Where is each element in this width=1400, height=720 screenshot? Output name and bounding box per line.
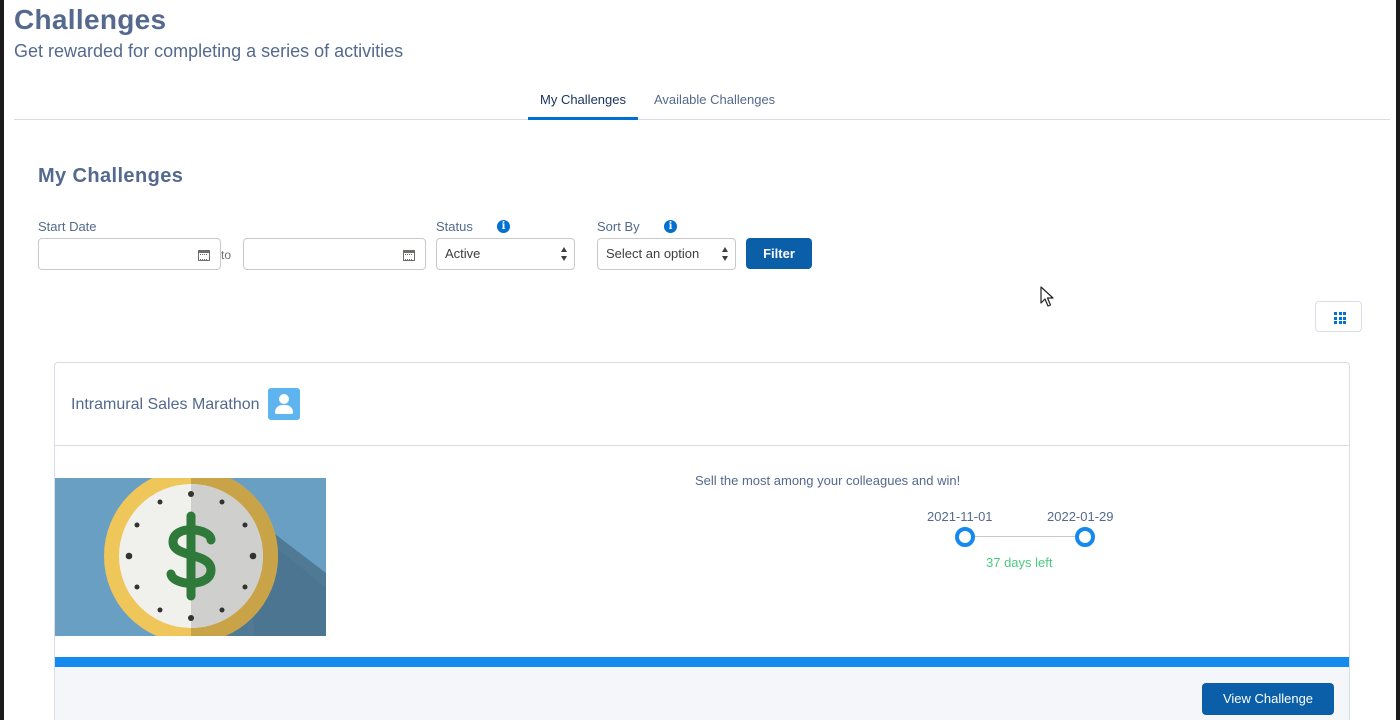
start-date-from-input[interactable] [38, 238, 221, 270]
page-subtitle: Get rewarded for completing a series of … [14, 41, 404, 61]
user-icon [268, 388, 300, 420]
start-date-label: Start Date [38, 219, 97, 234]
challenge-card-header: Intramural Sales Marathon [55, 363, 1349, 446]
challenge-description: Sell the most among your colleagues and … [695, 473, 961, 488]
calendar-icon[interactable] [403, 250, 415, 261]
tab-bar: My Challenges Available Challenges [14, 82, 1390, 120]
status-info-icon[interactable]: i [497, 220, 510, 233]
challenge-progress-bar [55, 657, 1349, 667]
window-edge-left [0, 0, 4, 720]
tab-my-challenges[interactable]: My Challenges [528, 92, 638, 120]
timeline-start-marker [955, 527, 975, 547]
window-edge-right [1396, 0, 1400, 720]
days-left-label: 37 days left [986, 555, 1053, 570]
select-arrows-icon [722, 247, 729, 261]
challenge-end-date: 2022-01-29 [1047, 509, 1114, 524]
timeline-line [965, 536, 1085, 537]
challenge-start-date: 2021-11-01 [927, 509, 993, 524]
view-challenge-button[interactable]: View Challenge [1202, 683, 1334, 715]
status-label: Status [436, 219, 473, 234]
challenge-card: Intramural Sales Marathon Sell the most … [54, 362, 1350, 720]
start-date-to-input[interactable] [243, 238, 426, 270]
challenge-card-footer: View Challenge [55, 667, 1349, 720]
filter-button[interactable]: Filter [746, 238, 812, 269]
date-range-to-label: to [221, 248, 232, 262]
select-arrows-icon [561, 247, 568, 261]
clock-dollar-illustration [55, 478, 326, 636]
page-title: Challenges [14, 4, 167, 35]
section-title: My Challenges [38, 165, 184, 187]
status-select[interactable]: Active [436, 238, 575, 270]
sort-by-select[interactable]: Select an option [597, 238, 736, 270]
sort-by-label: Sort By [597, 219, 640, 234]
grid-icon [1334, 312, 1346, 324]
calendar-icon[interactable] [198, 250, 210, 261]
tab-available-challenges[interactable]: Available Challenges [642, 92, 787, 120]
sort-by-select-value: Select an option [606, 246, 700, 261]
grid-view-toggle-button[interactable] [1315, 301, 1362, 332]
challenge-title: Intramural Sales Marathon [71, 396, 260, 413]
sort-by-info-icon[interactable]: i [664, 220, 677, 233]
timeline-end-marker [1075, 527, 1095, 547]
mouse-cursor-icon [1040, 286, 1054, 307]
status-select-value: Active [445, 246, 481, 261]
challenge-image [55, 478, 326, 636]
